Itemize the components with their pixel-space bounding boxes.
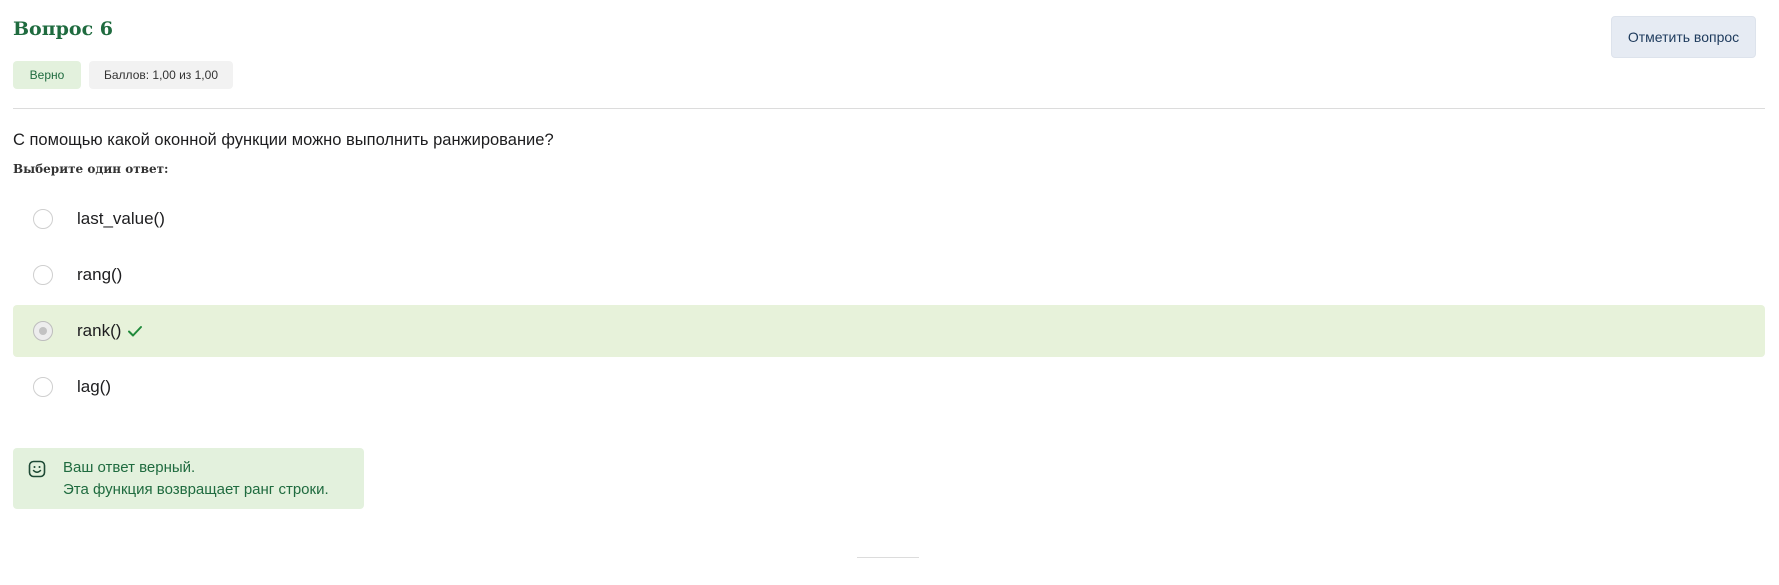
answer-label: last_value() — [77, 209, 165, 228]
radio-button[interactable] — [33, 265, 53, 285]
answer-option[interactable]: rang() — [13, 249, 1765, 301]
divider — [13, 108, 1765, 109]
answer-list: last_value() rang() rank() lag() — [13, 193, 1765, 417]
answer-prompt: Выберите один ответ: — [13, 162, 169, 176]
check-icon — [128, 326, 143, 337]
feedback-text: Ваш ответ верный. — [63, 459, 196, 476]
answer-option[interactable]: last_value() — [13, 193, 1765, 245]
radio-button-selected[interactable] — [33, 321, 53, 341]
radio-button[interactable] — [33, 377, 53, 397]
status-badge: Верно — [13, 61, 81, 89]
divider — [857, 557, 919, 558]
answer-option-correct[interactable]: rank() — [13, 305, 1765, 357]
answer-label-wrap: rank() — [77, 321, 143, 341]
flag-question-button[interactable]: Отметить вопрос — [1611, 16, 1756, 58]
smile-icon — [28, 460, 46, 478]
question-text: С помощью какой оконной функции можно вы… — [13, 131, 554, 149]
answer-label: lag() — [77, 377, 112, 396]
feedback-box: Ваш ответ верный. Эта функция возвращает… — [13, 448, 364, 509]
question-title: Вопрос 6 — [13, 18, 114, 40]
feedback-explanation: Эта функция возвращает ранг строки. — [63, 481, 329, 498]
answer-label: rang() — [77, 265, 123, 284]
question-info: Верно Баллов: 1,00 из 1,00 — [13, 61, 233, 89]
radio-button[interactable] — [33, 209, 53, 229]
answer-option[interactable]: lag() — [13, 361, 1765, 413]
answer-label: rank() — [77, 321, 122, 340]
grade-badge: Баллов: 1,00 из 1,00 — [89, 61, 233, 89]
